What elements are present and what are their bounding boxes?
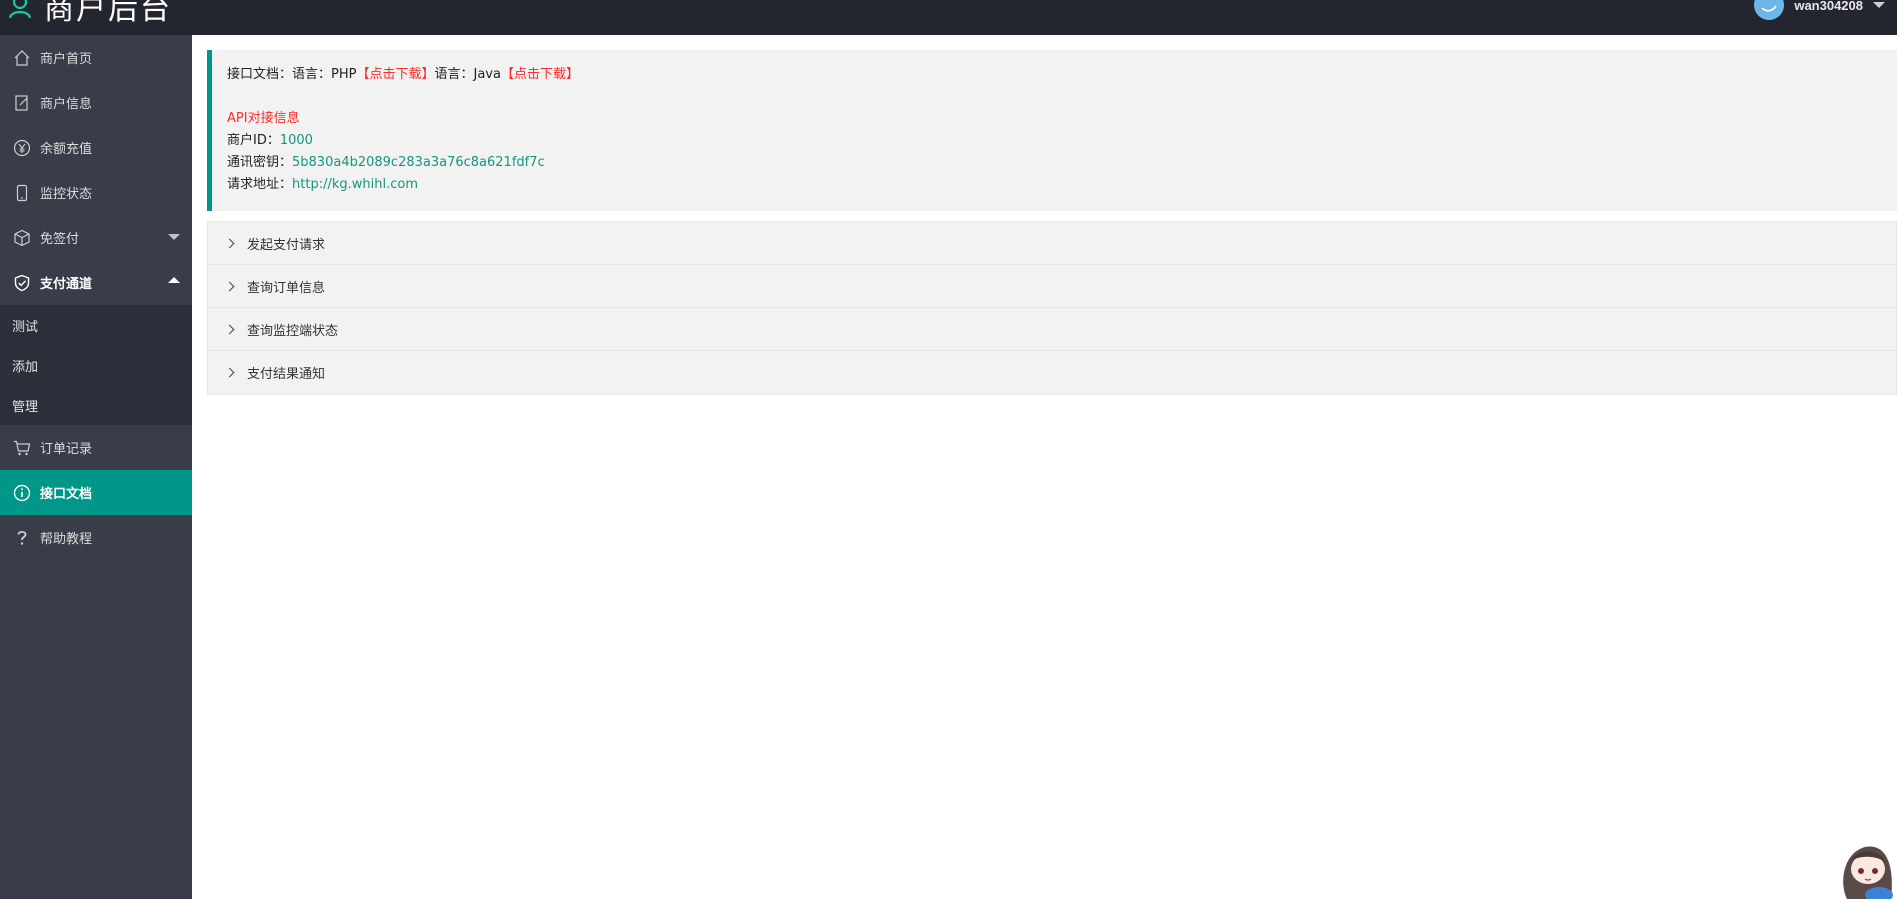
sidebar-item-label: 免签付 [40, 228, 79, 247]
brand: 商户后台 [8, 0, 172, 26]
submenu-item-add[interactable]: 添加 [0, 345, 192, 385]
secret-value: 5b830a4b2089c283a3a76c8a621fdf7c [292, 155, 545, 170]
chevron-down-icon[interactable] [168, 234, 180, 240]
merchant-id-label: 商户ID： [227, 133, 280, 148]
url-value: http://kg.whihl.com [292, 177, 418, 192]
username[interactable]: wan304208 [1794, 0, 1863, 13]
chevron-down-icon[interactable] [1873, 2, 1885, 8]
shield-check-icon [12, 273, 32, 293]
sidebar-item-label: 余额充值 [40, 138, 92, 157]
submenu-item-test[interactable]: 测试 [0, 305, 192, 345]
sidebar-item-api-docs[interactable]: 接口文档 [0, 470, 192, 515]
sidebar-item-free-sign[interactable]: 免签付 [0, 215, 192, 260]
php-download-link[interactable]: 【点击下载】 [356, 67, 434, 82]
sidebar-item-recharge[interactable]: 余额充值 [0, 125, 192, 170]
yen-icon [12, 138, 32, 158]
java-download-link[interactable]: 【点击下载】 [501, 67, 579, 82]
api-collapse-panel: 发起支付请求 查询订单信息 查询监控端状态 支付结果通知 [207, 221, 1897, 395]
edit-doc-icon [12, 93, 32, 113]
chevron-right-icon [225, 238, 235, 248]
submenu-item-manage[interactable]: 管理 [0, 385, 192, 425]
user-icon [8, 0, 32, 18]
sidebar-item-label: 接口文档 [40, 483, 92, 502]
api-info-box: 接口文档：语言：PHP【点击下载】语言：Java【点击下载】 API对接信息 商… [207, 50, 1897, 211]
sidebar-item-label: 监控状态 [40, 183, 92, 202]
chevron-right-icon [225, 281, 235, 291]
secret-row: 通讯密钥：5b830a4b2089c283a3a76c8a621fdf7c [227, 152, 1897, 174]
doc-label: 接口文档： [227, 67, 292, 82]
collapse-title: 发起支付请求 [247, 234, 325, 253]
home-icon [12, 48, 32, 68]
collapse-title: 查询监控端状态 [247, 320, 338, 339]
secret-label: 通讯密钥： [227, 155, 292, 170]
chevron-right-icon [225, 324, 235, 334]
user-menu[interactable]: wan304208 [1754, 0, 1885, 20]
cube-icon [12, 228, 32, 248]
collapse-item-query-monitor[interactable]: 查询监控端状态 [208, 308, 1896, 351]
collapse-title: 支付结果通知 [247, 363, 325, 382]
sidebar-item-label: 商户首页 [40, 48, 92, 67]
collapse-item-query-order[interactable]: 查询订单信息 [208, 265, 1896, 308]
sidebar-item-orders[interactable]: 订单记录 [0, 425, 192, 470]
cart-icon [12, 438, 32, 458]
sidebar-item-label: 订单记录 [40, 438, 92, 457]
avatar[interactable] [1754, 0, 1784, 20]
api-heading: API对接信息 [227, 108, 1897, 130]
collapse-title: 查询订单信息 [247, 277, 325, 296]
merchant-id-row: 商户ID：1000 [227, 130, 1897, 152]
collapse-item-payment-request[interactable]: 发起支付请求 [208, 222, 1896, 265]
mascot-image[interactable] [1817, 833, 1897, 899]
merchant-id-value: 1000 [280, 133, 313, 148]
help-icon [12, 528, 32, 548]
collapse-item-payment-notify[interactable]: 支付结果通知 [208, 351, 1896, 394]
url-row: 请求地址：http://kg.whihl.com [227, 174, 1897, 196]
sidebar-item-label: 商户信息 [40, 93, 92, 112]
sidebar: 商户首页 商户信息 余额充值 监控状态 免签付 支付通道 测试 添加 管理 [0, 35, 192, 899]
payment-channel-submenu: 测试 添加 管理 [0, 305, 192, 425]
info-icon [12, 483, 32, 503]
chevron-up-icon[interactable] [168, 277, 180, 283]
sidebar-item-merchant-info[interactable]: 商户信息 [0, 80, 192, 125]
spacer [227, 86, 1897, 108]
sidebar-item-label: 支付通道 [40, 273, 92, 292]
sidebar-item-merchant-home[interactable]: 商户首页 [0, 35, 192, 80]
sidebar-item-help[interactable]: 帮助教程 [0, 515, 192, 560]
top-header: 商户后台 wan304208 [0, 0, 1897, 35]
url-label: 请求地址： [227, 177, 292, 192]
chevron-right-icon [225, 368, 235, 378]
sidebar-item-payment-channel[interactable]: 支付通道 [0, 260, 192, 305]
php-lang-label: 语言：PHP [292, 67, 356, 82]
sidebar-item-monitor[interactable]: 监控状态 [0, 170, 192, 215]
java-lang-label: 语言：Java [435, 67, 501, 82]
app-title: 商户后台 [44, 0, 172, 28]
main-content: 接口文档：语言：PHP【点击下载】语言：Java【点击下载】 API对接信息 商… [192, 35, 1897, 899]
phone-icon [12, 183, 32, 203]
doc-download-row: 接口文档：语言：PHP【点击下载】语言：Java【点击下载】 [227, 64, 1897, 86]
sidebar-item-label: 帮助教程 [40, 528, 92, 547]
